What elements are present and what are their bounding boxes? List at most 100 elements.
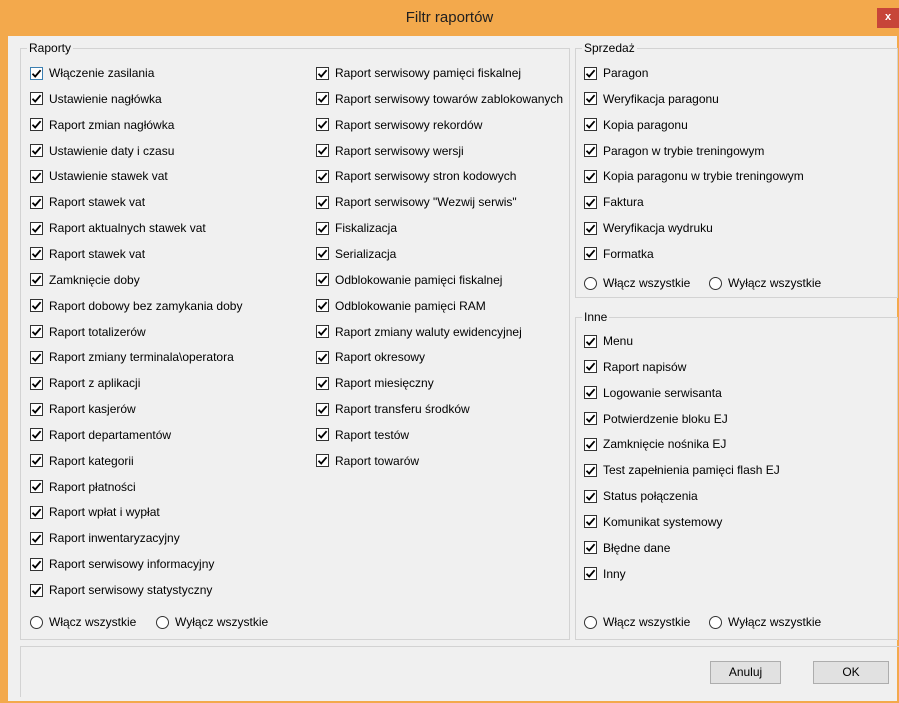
checkbox-item[interactable]: Raport serwisowy rekordów xyxy=(316,117,482,133)
checkbox-checked-icon[interactable] xyxy=(584,144,597,158)
checkbox-checked-icon[interactable] xyxy=(316,325,329,338)
checkbox-checked-icon[interactable] xyxy=(30,454,43,468)
checkbox-item[interactable]: Raport dobowy bez zamykania doby xyxy=(30,298,242,314)
checkbox-item[interactable]: Potwierdzenie bloku EJ xyxy=(584,411,728,427)
checkbox-item[interactable]: Odblokowanie pamięci fiskalnej xyxy=(316,272,502,288)
checkbox-item[interactable]: Raport kasjerów xyxy=(30,401,136,417)
checkbox-item[interactable]: Raport serwisowy "Wezwij serwis" xyxy=(316,194,517,210)
checkbox-item[interactable]: Raport napisów xyxy=(584,359,686,375)
checkbox-checked-icon[interactable] xyxy=(584,489,597,503)
ok-button[interactable]: OK xyxy=(813,661,889,684)
checkbox-checked-icon[interactable] xyxy=(316,221,329,235)
checkbox-item[interactable]: Raport serwisowy statystyczny xyxy=(30,582,212,598)
checkbox-checked-icon[interactable] xyxy=(30,376,43,390)
title-bar[interactable]: Filtr raportów x xyxy=(0,0,899,36)
checkbox-item[interactable]: Zamknięcie doby xyxy=(30,272,140,288)
close-button[interactable]: x xyxy=(877,8,899,28)
cancel-button[interactable]: Anuluj xyxy=(710,661,781,684)
radio-icon[interactable] xyxy=(156,615,169,629)
checkbox-checked-icon[interactable] xyxy=(584,541,597,555)
checkbox-item[interactable]: Odblokowanie pamięci RAM xyxy=(316,298,486,314)
checkbox-checked-icon[interactable] xyxy=(584,567,597,581)
checkbox-checked-icon[interactable] xyxy=(316,92,329,106)
checkbox-checked-icon[interactable] xyxy=(316,402,329,416)
checkbox-item[interactable]: Kopia paragonu w trybie treningowym xyxy=(584,168,804,184)
checkbox-checked-icon[interactable] xyxy=(30,118,43,132)
checkbox-checked-icon[interactable] xyxy=(30,428,43,442)
checkbox-checked-icon[interactable] xyxy=(584,66,597,80)
checkbox-item[interactable]: Raport serwisowy wersji xyxy=(316,143,464,159)
checkbox-checked-icon[interactable] xyxy=(584,169,597,183)
checkbox-item[interactable]: Inny xyxy=(584,566,626,582)
checkbox-item[interactable]: Raport kategorii xyxy=(30,453,134,469)
checkbox-checked-icon[interactable] xyxy=(30,557,43,571)
checkbox-checked-icon[interactable] xyxy=(30,66,43,80)
checkbox-checked-icon[interactable] xyxy=(584,360,597,374)
checkbox-item[interactable]: Raport płatności xyxy=(30,479,136,495)
checkbox-item[interactable]: Raport stawek vat xyxy=(30,246,145,262)
checkbox-checked-icon[interactable] xyxy=(584,334,597,348)
checkbox-item[interactable]: Raport z aplikacji xyxy=(30,375,140,391)
checkbox-checked-icon[interactable] xyxy=(316,66,329,80)
checkbox-checked-icon[interactable] xyxy=(30,247,43,261)
checkbox-item[interactable]: Weryfikacja paragonu xyxy=(584,91,719,107)
checkbox-checked-icon[interactable] xyxy=(316,376,329,390)
checkbox-item[interactable]: Raport aktualnych stawek vat xyxy=(30,220,206,236)
checkbox-item[interactable]: Paragon xyxy=(584,65,648,81)
radio-icon[interactable] xyxy=(30,615,43,629)
checkbox-checked-icon[interactable] xyxy=(584,463,597,477)
checkbox-item[interactable]: Raport miesięczny xyxy=(316,375,434,391)
checkbox-checked-icon[interactable] xyxy=(30,505,43,519)
checkbox-item[interactable]: Błędne dane xyxy=(584,540,670,556)
radio-disable-all-sprzedaz[interactable]: Wyłącz wszystkie xyxy=(709,275,821,291)
checkbox-item[interactable]: Formatka xyxy=(584,246,654,262)
checkbox-item[interactable]: Serializacja xyxy=(316,246,396,262)
checkbox-item[interactable]: Faktura xyxy=(584,194,644,210)
checkbox-checked-icon[interactable] xyxy=(316,144,329,158)
checkbox-item[interactable]: Kopia paragonu xyxy=(584,117,688,133)
checkbox-item[interactable]: Raport okresowy xyxy=(316,349,425,365)
checkbox-item[interactable]: Raport serwisowy pamięci fiskalnej xyxy=(316,65,521,81)
checkbox-checked-icon[interactable] xyxy=(30,299,43,313)
checkbox-item[interactable]: Raport totalizerów xyxy=(30,324,146,340)
checkbox-checked-icon[interactable] xyxy=(30,531,43,545)
radio-icon[interactable] xyxy=(709,276,722,290)
checkbox-item[interactable]: Raport serwisowy stron kodowych xyxy=(316,168,516,184)
checkbox-item[interactable]: Paragon w trybie treningowym xyxy=(584,143,764,159)
checkbox-item[interactable]: Raport towarów xyxy=(316,453,419,469)
checkbox-checked-icon[interactable] xyxy=(316,195,329,209)
checkbox-item[interactable]: Ustawienie nagłówka xyxy=(30,91,162,107)
checkbox-item[interactable]: Raport stawek vat xyxy=(30,194,145,210)
checkbox-checked-icon[interactable] xyxy=(316,118,329,132)
checkbox-checked-icon[interactable] xyxy=(584,195,597,209)
checkbox-checked-icon[interactable] xyxy=(316,454,329,468)
checkbox-item[interactable]: Menu xyxy=(584,333,633,349)
radio-disable-all-inne[interactable]: Wyłącz wszystkie xyxy=(709,614,821,630)
checkbox-checked-icon[interactable] xyxy=(584,92,597,106)
checkbox-item[interactable]: Weryfikacja wydruku xyxy=(584,220,713,236)
checkbox-checked-icon[interactable] xyxy=(30,583,43,597)
checkbox-checked-icon[interactable] xyxy=(584,412,597,426)
checkbox-item[interactable]: Raport serwisowy towarów zablokowanych xyxy=(316,91,563,107)
checkbox-checked-icon[interactable] xyxy=(30,402,43,416)
radio-icon[interactable] xyxy=(709,615,722,629)
checkbox-item[interactable]: Test zapełnienia pamięci flash EJ xyxy=(584,462,780,478)
radio-enable-all-raporty[interactable]: Włącz wszystkie xyxy=(30,614,136,630)
checkbox-checked-icon[interactable] xyxy=(584,386,597,400)
checkbox-item[interactable]: Ustawienie daty i czasu xyxy=(30,143,174,159)
checkbox-checked-icon[interactable] xyxy=(30,273,43,287)
checkbox-checked-icon[interactable] xyxy=(30,195,43,209)
checkbox-checked-icon[interactable] xyxy=(30,325,43,338)
checkbox-checked-icon[interactable] xyxy=(584,221,597,235)
checkbox-item[interactable]: Komunikat systemowy xyxy=(584,514,722,530)
radio-icon[interactable] xyxy=(584,615,597,629)
checkbox-item[interactable]: Raport zmiany waluty ewidencyjnej xyxy=(316,324,522,340)
checkbox-checked-icon[interactable] xyxy=(584,247,597,261)
checkbox-checked-icon[interactable] xyxy=(30,480,43,494)
checkbox-item[interactable]: Raport transferu środków xyxy=(316,401,470,417)
checkbox-item[interactable]: Włączenie zasilania xyxy=(30,65,154,81)
checkbox-item[interactable]: Raport serwisowy informacyjny xyxy=(30,556,214,572)
checkbox-item[interactable]: Logowanie serwisanta xyxy=(584,385,722,401)
checkbox-checked-icon[interactable] xyxy=(30,350,43,364)
checkbox-item[interactable]: Raport testów xyxy=(316,427,409,443)
